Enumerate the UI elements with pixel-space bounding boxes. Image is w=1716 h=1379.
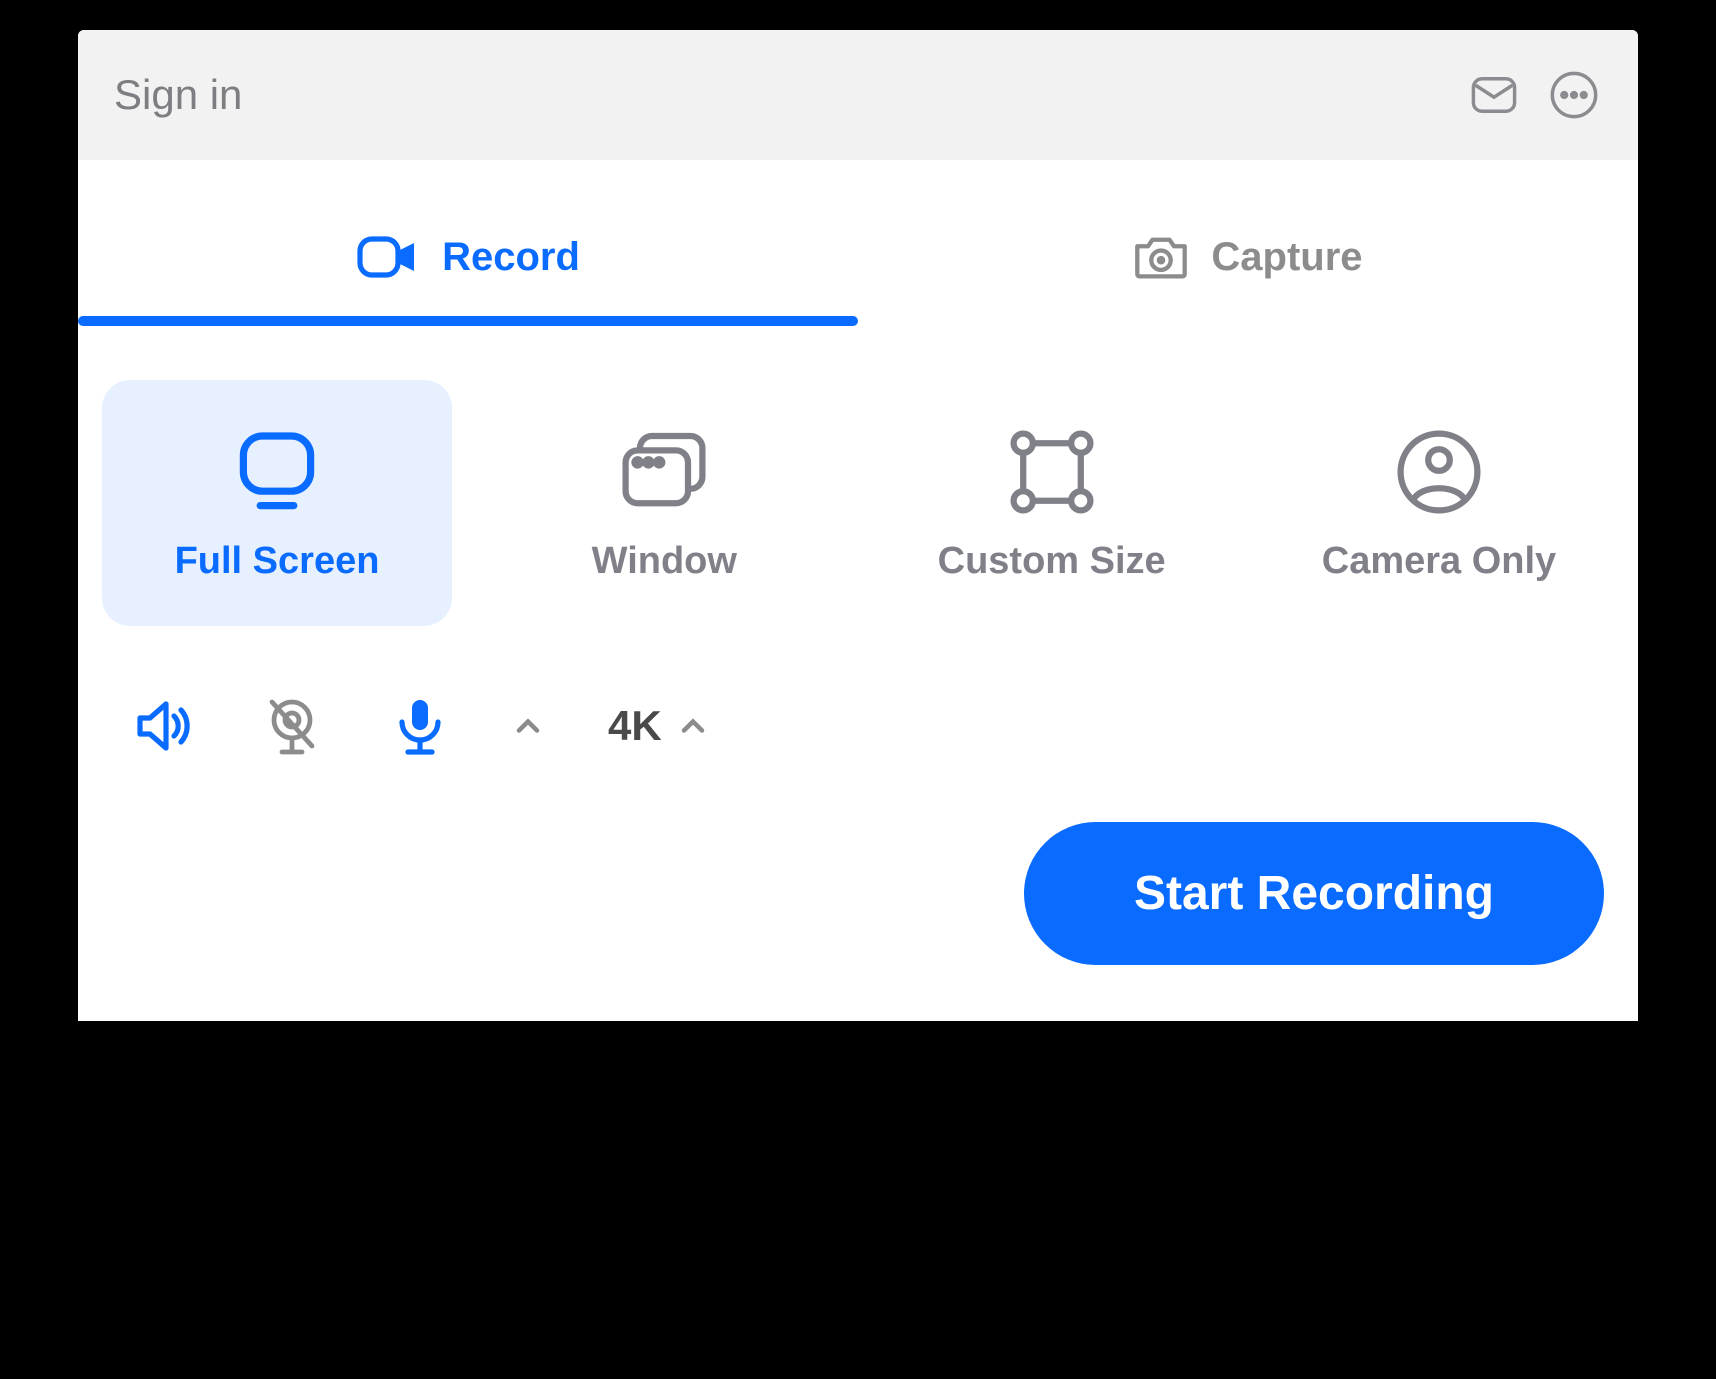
custom-size-icon [1004,424,1100,520]
titlebar: Sign in [78,30,1638,160]
mode-camera-only-label: Camera Only [1322,540,1556,583]
more-icon [1548,69,1600,121]
options-row: 4K [78,646,1638,786]
window-icon [616,424,712,520]
mode-full-screen-label: Full Screen [175,540,380,583]
video-camera-icon [356,225,420,289]
more-button[interactable] [1546,67,1602,123]
tab-capture[interactable]: Capture [858,214,1638,300]
microphone-icon [388,694,452,758]
mail-button[interactable] [1466,67,1522,123]
resolution-label: 4K [608,702,662,750]
mode-window-label: Window [592,540,737,583]
webcam-toggle[interactable] [252,686,332,766]
modes: Full Screen Window Cust [78,330,1638,646]
resolution-menu-chevron[interactable] [678,711,708,741]
app-window: Sign in Record [78,30,1638,1021]
mode-full-screen[interactable]: Full Screen [102,380,452,626]
actions: Start Recording [78,786,1638,1021]
microphone-toggle[interactable] [380,686,460,766]
mode-camera-only[interactable]: Camera Only [1264,380,1614,626]
microphone-menu-chevron[interactable] [508,706,548,746]
tabs: Record Capture [78,160,1638,300]
mode-custom-size-label: Custom Size [938,540,1166,583]
resolution-selector[interactable]: 4K [608,702,708,750]
tab-record-label: Record [442,235,580,280]
mode-window[interactable]: Window [489,380,839,626]
camera-icon [1133,229,1189,285]
mail-icon [1468,69,1520,121]
mode-custom-size[interactable]: Custom Size [877,380,1227,626]
chevron-up-icon [513,711,543,741]
start-recording-button[interactable]: Start Recording [1024,822,1604,965]
sign-in-link[interactable]: Sign in [114,71,1442,119]
system-audio-toggle[interactable] [124,686,204,766]
webcam-off-icon [260,694,324,758]
chevron-up-icon [678,711,708,741]
tab-capture-label: Capture [1211,235,1362,280]
tab-record[interactable]: Record [78,214,858,300]
monitor-icon [229,424,325,520]
speaker-icon [132,694,196,758]
person-circle-icon [1391,424,1487,520]
